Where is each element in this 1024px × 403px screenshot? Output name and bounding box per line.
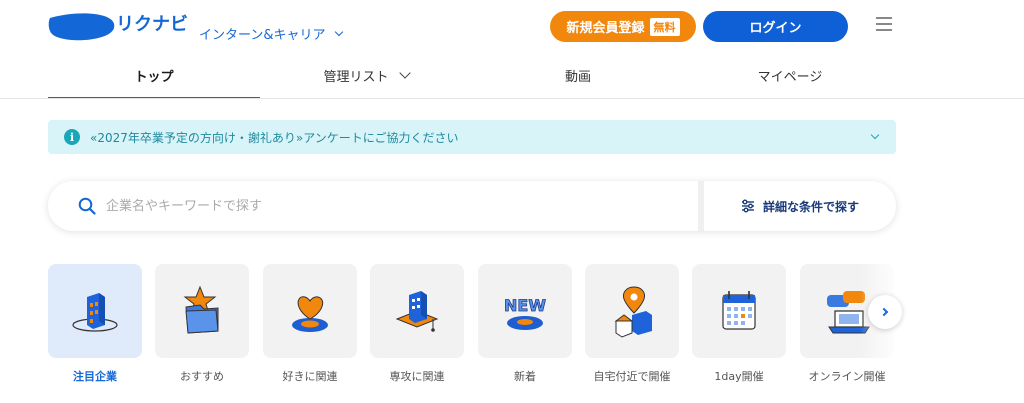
category-near-home[interactable]: 自宅付近で開催 (585, 264, 679, 384)
category-1day[interactable]: 1day開催 (692, 264, 786, 384)
login-label: ログイン (749, 20, 802, 35)
search-bar: 詳細な条件で探す (48, 181, 896, 231)
chevron-down-icon (334, 27, 343, 37)
category-label: 注目企業 (73, 370, 117, 383)
category-major-related[interactable]: 専攻に関連 (370, 264, 464, 384)
register-label: 新規会員登録 (566, 20, 645, 35)
carousel-next-button[interactable] (868, 295, 902, 329)
map-pin-icon (614, 286, 652, 338)
category-label: 自宅付近で開催 (593, 370, 671, 383)
category-featured[interactable]: 注目企業 (48, 264, 142, 384)
new-badge-icon: NEW (504, 296, 547, 330)
search-icon (78, 197, 96, 215)
login-button[interactable]: ログイン (703, 11, 848, 42)
tab-label: 動画 (564, 69, 591, 85)
detail-search-button[interactable]: 詳細な条件で探す (704, 181, 896, 231)
notice-banner[interactable]: i «2027年卒業予定の方向け・謝礼あり»アンケートにご協力ください (48, 120, 896, 154)
category-recommended[interactable]: おすすめ (155, 264, 249, 384)
category-tile (155, 264, 249, 358)
chevron-down-icon[interactable] (870, 130, 880, 140)
category-label: インターン&キャリア (199, 28, 326, 43)
svg-text:NEW: NEW (504, 296, 546, 315)
register-button[interactable]: 新規会員登録 無料 (550, 11, 696, 42)
info-icon: i (64, 129, 80, 145)
category-label: 好きに関連 (282, 370, 338, 383)
tab-manage-list[interactable]: 管理リスト (260, 52, 472, 98)
tab-top[interactable]: トップ (48, 52, 260, 99)
category-tile (263, 264, 357, 358)
building-icon (72, 293, 118, 332)
hamburger-menu-icon[interactable] (876, 17, 894, 33)
category-label: オンライン開催 (808, 370, 886, 383)
nav-divider (0, 98, 1024, 99)
category-label: 1day開催 (714, 370, 764, 383)
tab-label: 管理リスト (323, 69, 389, 85)
heart-icon (292, 296, 328, 332)
detail-search-label: 詳細な条件で探す (762, 199, 859, 214)
star-folder-icon (183, 285, 219, 334)
calendar-icon (722, 291, 756, 330)
category-tile (585, 264, 679, 358)
category-tile (692, 264, 786, 358)
logo-text: リクナビ (116, 14, 188, 35)
category-tile (48, 264, 142, 358)
search-field (48, 181, 698, 231)
notice-text: «2027年卒業予定の方向け・謝礼あり»アンケートにご協力ください (90, 130, 459, 145)
category-carousel: 注目企業 おすすめ 好きに関連 専攻に関連 NEW 新着 自宅付近で開催 1da… (48, 264, 896, 394)
search-input[interactable] (106, 191, 686, 221)
category-tile (370, 264, 464, 358)
tab-mypage[interactable]: マイページ (684, 52, 896, 98)
main-nav: トップ 管理リスト 動画 マイページ (48, 52, 896, 99)
category-new[interactable]: NEW 新着 (478, 264, 572, 384)
chevron-right-icon (879, 307, 888, 317)
chevron-down-icon (398, 66, 411, 79)
graduation-building-icon (395, 291, 439, 332)
category-tile: NEW (478, 264, 572, 358)
category-label: おすすめ (180, 370, 224, 383)
category-label: 新着 (514, 370, 536, 383)
tab-label: トップ (134, 69, 174, 85)
category-label: 専攻に関連 (389, 370, 445, 383)
header: リクナビ インターン&キャリア 新規会員登録 無料 ログイン (0, 0, 1024, 52)
tab-label: マイページ (757, 69, 823, 85)
tab-video[interactable]: 動画 (472, 52, 684, 98)
free-badge: 無料 (649, 17, 680, 36)
filter-sliders-icon (741, 199, 754, 213)
category-favorites-related[interactable]: 好きに関連 (263, 264, 357, 384)
category-selector[interactable]: インターン&キャリア (199, 24, 343, 43)
